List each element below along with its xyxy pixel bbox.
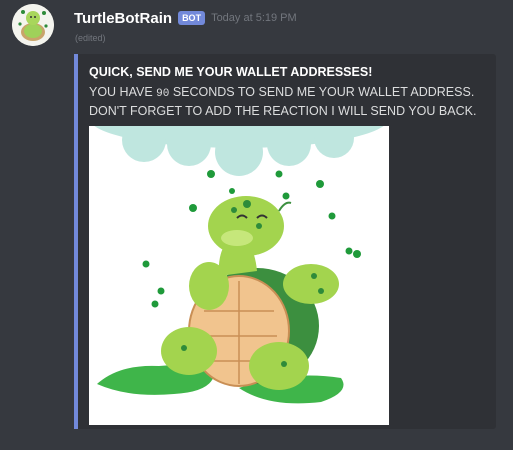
turtle-avatar-icon bbox=[12, 4, 54, 46]
avatar[interactable] bbox=[12, 4, 54, 46]
embed-image[interactable] bbox=[89, 126, 389, 425]
turtle-in-rain-illustration-icon bbox=[94, 126, 384, 404]
embed-description-prefix: YOU HAVE bbox=[89, 85, 157, 99]
message-header: TurtleBotRain BOT Today at 5:19 PM bbox=[74, 8, 297, 28]
embed-title: QUICK, SEND ME YOUR WALLET ADDRESSES! bbox=[89, 65, 373, 79]
embed-description: YOU HAVE 90 SECONDS TO SEND ME YOUR WALL… bbox=[89, 84, 494, 120]
bot-tag: BOT bbox=[178, 11, 206, 25]
inline-code: 90 bbox=[156, 88, 170, 100]
edited-label: (edited) bbox=[75, 33, 106, 43]
message-embed: QUICK, SEND ME YOUR WALLET ADDRESSES! YO… bbox=[74, 54, 496, 429]
username[interactable]: TurtleBotRain bbox=[74, 10, 172, 27]
timestamp: Today at 5:19 PM bbox=[211, 12, 297, 24]
